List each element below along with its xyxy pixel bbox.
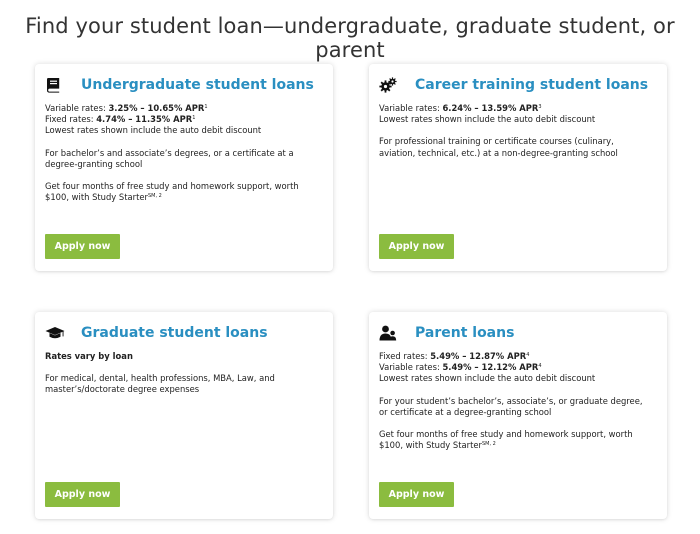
rate-value: 5.49% – 12.87% APR xyxy=(430,351,527,361)
book-icon xyxy=(45,76,69,94)
footnote-marker[interactable]: 3 xyxy=(538,104,541,110)
footnote-marker[interactable]: 1 xyxy=(192,115,195,121)
footnote-marker[interactable]: 1 xyxy=(204,104,207,110)
rate-label: Fixed rates: xyxy=(45,114,97,125)
card-header: Career training student loans xyxy=(379,76,648,94)
card-title[interactable]: Parent loans xyxy=(415,325,514,341)
rate-label: Variable rates: xyxy=(379,362,443,373)
description-line: aviation, technical, etc.) at a non-degr… xyxy=(379,147,618,158)
parent-loans-card: Parent loans Fixed rates: 5.49% – 12.87%… xyxy=(369,312,667,519)
card-body: Variable rates: 6.24% – 13.59% APR3 Lowe… xyxy=(379,103,654,159)
promo-line: Get four months of free study and homewo… xyxy=(45,181,299,192)
rate-value: 3.25% – 10.65% APR xyxy=(108,103,205,113)
card-header: Parent loans xyxy=(379,324,514,342)
promo-line: $100, with Study Starter xyxy=(45,192,148,203)
footnote-marker[interactable]: 4 xyxy=(538,363,541,369)
card-body: Variable rates: 3.25% – 10.65% APR1 Fixe… xyxy=(45,103,320,203)
card-header: Undergraduate student loans xyxy=(45,76,314,94)
rate-label: Fixed rates: xyxy=(379,351,431,361)
apply-now-button[interactable]: Apply now xyxy=(45,482,120,507)
discount-note: Lowest rates shown include the auto debi… xyxy=(45,125,262,136)
promo-line: $100, with Study Starter xyxy=(379,440,482,451)
footnote-marker[interactable]: SM, 2 xyxy=(482,441,496,447)
card-header: Graduate student loans xyxy=(45,324,268,342)
promo-line: Get four months of free study and homewo… xyxy=(379,429,633,440)
card-title[interactable]: Graduate student loans xyxy=(81,325,268,341)
apply-now-button[interactable]: Apply now xyxy=(45,234,120,259)
graduate-loans-card: Graduate student loans Rates vary by loa… xyxy=(35,312,333,519)
undergraduate-loans-card: Undergraduate student loans Variable rat… xyxy=(35,64,333,271)
description-line: or certificate at a degree-granting scho… xyxy=(379,406,552,417)
rates-note: Rates vary by loan xyxy=(45,351,133,361)
description-line: For your student’s bachelor’s, associate… xyxy=(379,395,643,406)
rate-value: 4.74% – 11.35% APR xyxy=(96,114,193,125)
career-training-loans-card: Career training student loans Variable r… xyxy=(369,64,667,271)
rate-label: Variable rates: xyxy=(379,103,443,113)
description-line: master’s/doctorate degree expenses xyxy=(45,384,200,395)
page-title: Find your student loan—undergraduate, gr… xyxy=(25,14,675,62)
description-line: degree-granting school xyxy=(45,158,143,169)
rate-label: Variable rates: xyxy=(45,103,109,113)
card-body: Rates vary by loan For medical, dental, … xyxy=(45,351,320,396)
card-body: Fixed rates: 5.49% – 12.87% APR4 Variabl… xyxy=(379,351,654,451)
discount-note: Lowest rates shown include the auto debi… xyxy=(379,114,596,125)
parent-child-icon xyxy=(379,324,403,342)
card-title[interactable]: Undergraduate student loans xyxy=(81,77,314,93)
rate-value: 5.49% – 12.12% APR xyxy=(442,362,539,373)
description-line: For bachelor’s and associate’s degrees, … xyxy=(45,147,294,158)
graduation-cap-icon xyxy=(45,324,69,342)
apply-now-button[interactable]: Apply now xyxy=(379,234,454,259)
apply-now-button[interactable]: Apply now xyxy=(379,482,454,507)
discount-note: Lowest rates shown include the auto debi… xyxy=(379,373,596,384)
footnote-marker[interactable]: 4 xyxy=(526,352,529,358)
description-line: For professional training or certificate… xyxy=(379,136,614,147)
footnote-marker[interactable]: SM, 2 xyxy=(148,193,162,199)
card-title[interactable]: Career training student loans xyxy=(415,77,648,93)
rate-value: 6.24% – 13.59% APR xyxy=(442,103,539,113)
gears-icon xyxy=(379,76,403,94)
description-line: For medical, dental, health professions,… xyxy=(45,373,275,384)
